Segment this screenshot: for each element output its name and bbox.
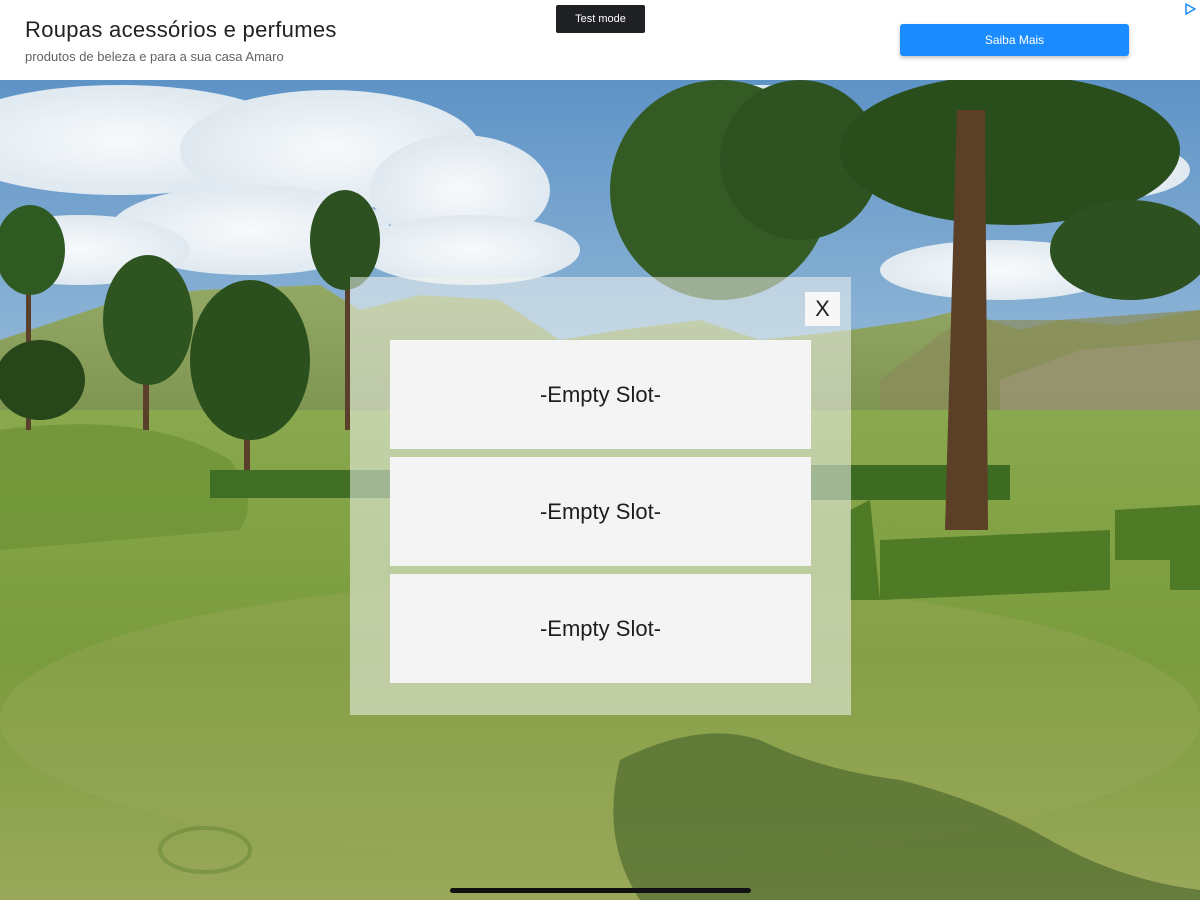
ad-banner[interactable]: Roupas acessórios e perfumes produtos de… xyxy=(0,0,1200,80)
game-screen: Roupas acessórios e perfumes produtos de… xyxy=(0,0,1200,900)
save-slot-1[interactable]: -Empty Slot- xyxy=(390,340,811,449)
ad-choices-icon[interactable] xyxy=(1184,2,1197,16)
save-slot-panel: X -Empty Slot- -Empty Slot- -Empty Slot- xyxy=(350,277,851,715)
ad-subtitle[interactable]: produtos de beleza e para a sua casa Ama… xyxy=(25,49,284,64)
ad-title[interactable]: Roupas acessórios e perfumes xyxy=(25,17,337,43)
test-mode-badge: Test mode xyxy=(556,5,645,33)
home-indicator[interactable] xyxy=(450,888,751,893)
ad-cta-button[interactable]: Saiba Mais xyxy=(900,24,1129,56)
save-slot-3[interactable]: -Empty Slot- xyxy=(390,574,811,683)
save-slot-2[interactable]: -Empty Slot- xyxy=(390,457,811,566)
close-button[interactable]: X xyxy=(805,292,840,326)
